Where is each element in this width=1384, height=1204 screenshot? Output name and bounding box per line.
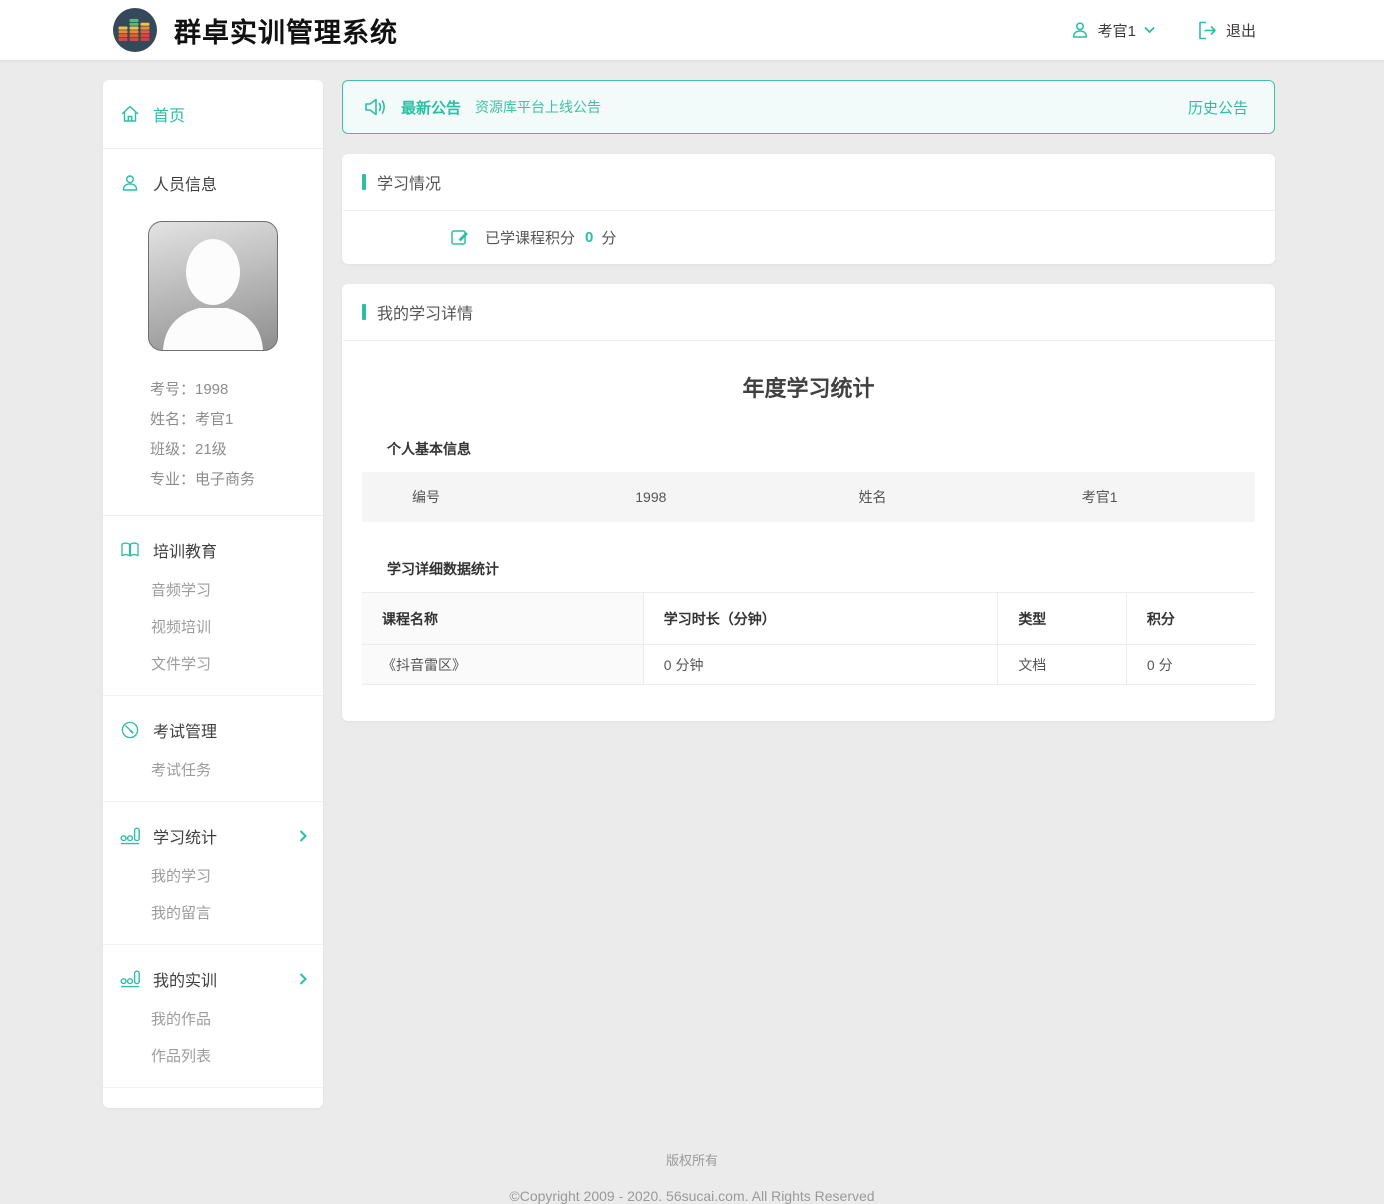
user-name: 考官1 bbox=[1098, 20, 1136, 41]
sidebar-subitem-my-works[interactable]: 我的作品 bbox=[103, 1000, 323, 1037]
sidebar-subitem-exam-tasks[interactable]: 考试任务 bbox=[103, 751, 323, 788]
title-marker bbox=[362, 304, 366, 320]
sidebar-item-label: 首页 bbox=[153, 102, 185, 126]
sidebar-item-label: 学习统计 bbox=[153, 824, 217, 848]
credit-label: 已学课程积分 bbox=[485, 227, 575, 248]
stats-label: 学习详细数据统计 bbox=[387, 559, 1255, 579]
book-icon bbox=[120, 540, 140, 560]
credit-value: 0 bbox=[585, 229, 593, 246]
sidebar-subitem-my-messages[interactable]: 我的留言 bbox=[103, 894, 323, 931]
sidebar-item-training[interactable]: 培训教育 bbox=[103, 529, 323, 571]
main-content: 最新公告 资源库平台上线公告 历史公告 学习情况 已学课程积分 0 分 bbox=[342, 80, 1275, 721]
study-detail-title-text: 我的学习详情 bbox=[377, 300, 473, 324]
study-status-card: 学习情况 已学课程积分 0 分 bbox=[342, 154, 1275, 264]
sidebar-item-label: 考试管理 bbox=[153, 718, 217, 742]
bar-chart-icon bbox=[120, 826, 140, 846]
profile-major: 专业：电子商务 bbox=[103, 465, 323, 495]
profile-exam-no: 考号：1998 bbox=[103, 375, 323, 405]
sidebar-item-label: 我的实训 bbox=[153, 967, 217, 991]
copyright-en: ©Copyright 2009 - 2020. 56sucai.com. All… bbox=[0, 1188, 1384, 1204]
announcement-bar: 最新公告 资源库平台上线公告 历史公告 bbox=[342, 80, 1275, 134]
col-course-name: 课程名称 bbox=[362, 593, 643, 645]
col-type: 类型 bbox=[998, 593, 1127, 645]
app-logo-icon bbox=[112, 7, 158, 53]
basic-info-name-value: 考官1 bbox=[1032, 487, 1255, 507]
history-announcements-link[interactable]: 历史公告 bbox=[1188, 97, 1248, 118]
profile-class: 班级：21级 bbox=[103, 435, 323, 465]
sidebar-item-study-stats[interactable]: 学习统计 bbox=[103, 815, 323, 857]
sidebar: 首页 人员信息 考号：1998 姓名：考官1 bbox=[103, 80, 323, 1108]
avatar bbox=[148, 221, 278, 351]
study-stats-table: 课程名称 学习时长（分钟） 类型 积分 《抖音雷区》 0 分钟 文档 0 分 bbox=[362, 592, 1255, 685]
title-marker bbox=[362, 174, 366, 190]
annual-stats-heading: 年度学习统计 bbox=[362, 371, 1255, 403]
basic-info-row: 编号 1998 姓名 考官1 bbox=[362, 472, 1255, 522]
study-detail-card-title: 我的学习详情 bbox=[342, 284, 1275, 341]
sidebar-item-label: 培训教育 bbox=[153, 538, 217, 562]
app-header: 群卓实训管理系统 考官1 退出 bbox=[0, 0, 1384, 60]
study-detail-card: 我的学习详情 年度学习统计 个人基本信息 编号 1998 姓名 考官1 学习详细… bbox=[342, 284, 1275, 721]
basic-info-id-label: 编号 bbox=[362, 487, 585, 507]
speaker-icon bbox=[363, 95, 389, 119]
chevron-right-icon bbox=[299, 973, 307, 985]
sidebar-subitem-my-study[interactable]: 我的学习 bbox=[103, 857, 323, 894]
sidebar-subitem-works-list[interactable]: 作品列表 bbox=[103, 1037, 323, 1074]
user-icon bbox=[1070, 20, 1090, 40]
credit-unit: 分 bbox=[601, 227, 616, 248]
chevron-right-icon bbox=[299, 830, 307, 842]
copyright-cn: 版权所有 bbox=[0, 1150, 1384, 1169]
home-icon bbox=[120, 104, 140, 124]
cell-credit: 0 分 bbox=[1126, 645, 1255, 685]
announcement-link[interactable]: 资源库平台上线公告 bbox=[475, 97, 601, 117]
cell-type: 文档 bbox=[998, 645, 1127, 685]
basic-info-label: 个人基本信息 bbox=[387, 439, 1255, 459]
logout-label: 退出 bbox=[1226, 20, 1256, 41]
basic-info-name-label: 姓名 bbox=[809, 487, 1032, 507]
clock-icon bbox=[120, 720, 140, 740]
study-status-card-title: 学习情况 bbox=[342, 154, 1275, 211]
page-footer: 版权所有 ©Copyright 2009 - 2020. 56sucai.com… bbox=[0, 1150, 1384, 1204]
cell-course-name: 《抖音雷区》 bbox=[362, 645, 643, 685]
sidebar-subitem-audio-study[interactable]: 音频学习 bbox=[103, 571, 323, 608]
edit-icon bbox=[450, 227, 471, 248]
sidebar-item-home[interactable]: 首页 bbox=[103, 93, 323, 135]
chevron-down-icon bbox=[1144, 26, 1155, 34]
table-row: 《抖音雷区》 0 分钟 文档 0 分 bbox=[362, 645, 1255, 685]
person-icon bbox=[120, 173, 140, 193]
study-status-body: 已学课程积分 0 分 bbox=[342, 211, 1275, 264]
cell-study-duration: 0 分钟 bbox=[643, 645, 998, 685]
latest-announcement-label: 最新公告 bbox=[401, 97, 461, 118]
sidebar-item-label: 人员信息 bbox=[153, 171, 217, 195]
logout-button[interactable]: 退出 bbox=[1197, 20, 1256, 41]
sidebar-item-profile[interactable]: 人员信息 bbox=[103, 162, 323, 204]
table-header-row: 课程名称 学习时长（分钟） 类型 积分 bbox=[362, 593, 1255, 645]
profile-name: 姓名：考官1 bbox=[103, 405, 323, 435]
col-credit: 积分 bbox=[1126, 593, 1255, 645]
sidebar-item-my-practice[interactable]: 我的实训 bbox=[103, 958, 323, 1000]
page-title: 群卓实训管理系统 bbox=[174, 11, 398, 50]
study-status-title-text: 学习情况 bbox=[377, 170, 441, 194]
user-menu[interactable]: 考官1 bbox=[1070, 20, 1155, 41]
sidebar-subitem-file-study[interactable]: 文件学习 bbox=[103, 645, 323, 682]
logout-icon bbox=[1197, 21, 1218, 40]
brand: 群卓实训管理系统 bbox=[112, 7, 398, 53]
bar-chart-icon bbox=[120, 969, 140, 989]
basic-info-id-value: 1998 bbox=[585, 489, 808, 505]
col-study-duration: 学习时长（分钟） bbox=[643, 593, 998, 645]
sidebar-subitem-video-training[interactable]: 视频培训 bbox=[103, 608, 323, 645]
sidebar-item-exam-management[interactable]: 考试管理 bbox=[103, 709, 323, 751]
